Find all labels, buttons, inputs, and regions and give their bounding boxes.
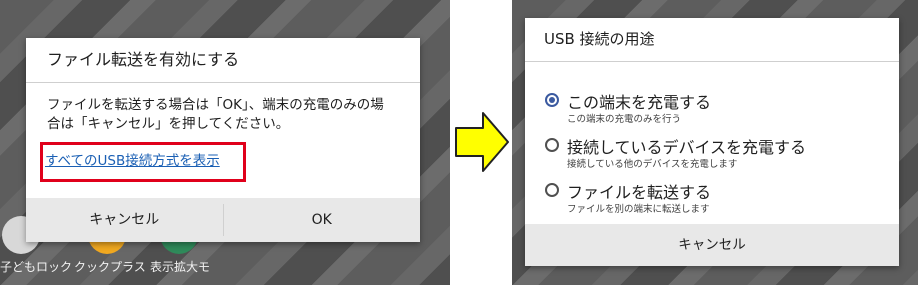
cancel-button[interactable]: キャンセル xyxy=(525,224,899,266)
option-description: この端末の充電のみを行う xyxy=(567,114,682,125)
radio-selected-icon[interactable] xyxy=(545,93,559,107)
show-all-usb-modes-link[interactable]: すべてのUSB接続方式を表示 xyxy=(45,149,220,169)
file-transfer-dialog: ファイル転送を有効にする ファイルを転送する場合は「OK」、端末の充電のみの場 … xyxy=(26,38,420,242)
dialog-title: USB 接続の用途 xyxy=(525,18,899,62)
option-label: この端末を充電する xyxy=(567,93,712,112)
dialog-message-line2: 合は「キャンセル」を押してください。 xyxy=(47,116,290,132)
dialog-message: ファイルを転送する場合は「OK」、端末の充電のみの場 合は「キャンセル」を押して… xyxy=(47,96,407,134)
radio-unselected-icon[interactable] xyxy=(545,183,559,197)
option-label: 接続しているデバイスを充電する xyxy=(567,138,807,157)
option-description: ファイルを別の端末に転送します xyxy=(567,204,710,215)
app-label-cook-plus: クックプラス xyxy=(74,260,146,274)
dialog-title: ファイル転送を有効にする xyxy=(26,38,420,83)
usb-purpose-dialog: USB 接続の用途 この端末を充電する この端末の充電のみを行う 接続しているデ… xyxy=(525,18,899,266)
cancel-button[interactable]: キャンセル xyxy=(26,198,223,242)
option-description: 接続している他のデバイスを充電します xyxy=(567,159,738,170)
option-label: ファイルを転送する xyxy=(567,183,712,202)
radio-unselected-icon[interactable] xyxy=(545,138,559,152)
app-label-zoom-display: 表示拡大モ xyxy=(150,260,211,274)
app-label-child-lock: 子どもロック xyxy=(0,260,73,274)
dialog-button-bar: キャンセル xyxy=(525,224,899,266)
ok-button[interactable]: OK xyxy=(224,198,421,242)
right-arrow-icon xyxy=(455,112,509,172)
dialog-button-bar: キャンセル OK xyxy=(26,198,420,242)
dialog-message-line1: ファイルを転送する場合は「OK」、端末の充電のみの場 xyxy=(47,97,384,113)
